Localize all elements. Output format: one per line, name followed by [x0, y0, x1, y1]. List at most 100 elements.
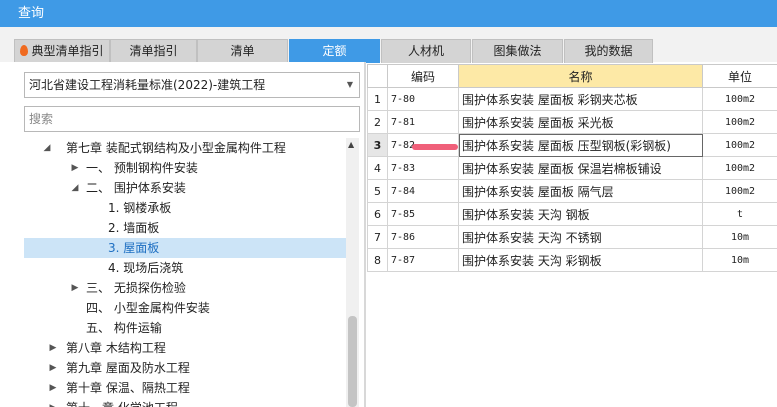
collapse-arrow-icon[interactable]: ▶ [48, 338, 58, 358]
name-cell[interactable]: 围护体系安装 天沟 不锈钢 [458, 225, 703, 249]
tree-node-label: 四、 小型金属构件安装 [86, 301, 210, 315]
unit-cell[interactable]: t [702, 202, 777, 226]
unit-cell[interactable]: 10m [702, 248, 777, 272]
collapse-arrow-icon[interactable]: ▶ [48, 378, 58, 398]
row-number: 1 [367, 87, 388, 111]
expand-arrow-icon[interactable]: ◢ [70, 178, 80, 198]
tree-node-label: 1. 钢楼承板 [108, 201, 172, 215]
chevron-down-icon[interactable]: ▼ [347, 73, 353, 97]
window-title: 查询 [0, 0, 777, 27]
table-row[interactable]: 7 7-86 围护体系安装 天沟 不锈钢 10m [367, 225, 777, 249]
name-cell[interactable]: 围护体系安装 天沟 彩钢板 [458, 248, 703, 272]
tree-node-label: 一、 预制钢构件安装 [86, 161, 198, 175]
code-cell[interactable]: 7-81 [387, 110, 459, 134]
tab-list[interactable]: 清单 [197, 39, 288, 63]
table-row[interactable]: 5 7-84 围护体系安装 屋面板 隔气层 100m2 [367, 179, 777, 203]
table-row[interactable]: 1 7-80 围护体系安装 屋面板 彩钢夹芯板 100m2 [367, 87, 777, 111]
unit-cell[interactable]: 100m2 [702, 179, 777, 203]
tab-label: 清单指引 [129, 44, 178, 58]
code-cell[interactable]: 7-84 [387, 179, 459, 203]
tab-my-data[interactable]: 我的数据 [564, 39, 653, 63]
tab-label: 清单 [230, 44, 255, 58]
search-input[interactable] [24, 106, 360, 132]
code-cell[interactable]: 7-85 [387, 202, 459, 226]
tab-label: 图集做法 [493, 44, 542, 58]
red-annotation-mark [412, 144, 458, 150]
tree-node-chapter-10[interactable]: ▶ 第十章 保温、隔热工程 [24, 378, 346, 398]
tree-node-chapter-7[interactable]: ◢ 第七章 装配式钢结构及小型金属构件工程 [24, 138, 346, 158]
name-cell[interactable]: 围护体系安装 屋面板 采光板 [458, 110, 703, 134]
tree-node-item[interactable]: 4. 现场后浇筑 [24, 258, 346, 278]
standard-select-value: 河北省建设工程消耗量标准(2022)-建筑工程 [29, 78, 266, 92]
row-number: 7 [367, 225, 388, 249]
tree-node-label: 三、 无损探伤检验 [86, 281, 186, 295]
tab-atlas[interactable]: 图集做法 [472, 39, 563, 63]
tree-node-section-1[interactable]: ▶ 一、 预制钢构件安装 [24, 158, 346, 178]
table-row[interactable]: 8 7-87 围护体系安装 天沟 彩钢板 10m [367, 248, 777, 272]
row-number: 3 [367, 133, 388, 157]
tree-node-label: 4. 现场后浇筑 [108, 261, 184, 275]
unit-column-header[interactable]: 单位 [702, 64, 777, 88]
tree-node-label: 第九章 屋面及防水工程 [66, 361, 190, 375]
name-cell[interactable]: 围护体系安装 屋面板 隔气层 [458, 179, 703, 203]
collapse-arrow-icon[interactable]: ▶ [48, 398, 58, 407]
panel-divider[interactable] [364, 62, 366, 407]
unit-cell[interactable]: 10m [702, 225, 777, 249]
table-row[interactable]: 2 7-81 围护体系安装 屋面板 采光板 100m2 [367, 110, 777, 134]
code-cell[interactable]: 7-87 [387, 248, 459, 272]
collapse-arrow-icon[interactable]: ▶ [70, 158, 80, 178]
name-cell[interactable]: 围护体系安装 屋面板 保温岩棉板铺设 [458, 156, 703, 180]
tree-node-item-selected[interactable]: 3. 屋面板 [24, 238, 346, 258]
tab-label: 人材机 [407, 44, 444, 58]
tab-typical-list-guide[interactable]: 典型清单指引 [14, 39, 110, 63]
unit-cell[interactable]: 100m2 [702, 110, 777, 134]
row-number: 8 [367, 248, 388, 272]
tree-node-section-5[interactable]: 五、 构件运输 [24, 318, 346, 338]
expand-arrow-icon[interactable]: ◢ [42, 138, 52, 158]
tree-node-item[interactable]: 1. 钢楼承板 [24, 198, 346, 218]
unit-cell[interactable]: 100m2 [702, 133, 777, 157]
tab-list-guide[interactable]: 清单指引 [110, 39, 197, 63]
tree-node-item[interactable]: 2. 墙面板 [24, 218, 346, 238]
unit-cell[interactable]: 100m2 [702, 87, 777, 111]
name-cell[interactable]: 围护体系安装 天沟 钢板 [458, 202, 703, 226]
name-cell[interactable]: 围护体系安装 屋面板 压型钢板(彩钢板) [458, 133, 703, 157]
tree-node-label: 五、 构件运输 [86, 321, 162, 335]
tab-materials[interactable]: 人材机 [381, 39, 471, 63]
tab-quota[interactable]: 定额 [289, 39, 380, 63]
code-column-header[interactable]: 编码 [387, 64, 459, 88]
row-number: 6 [367, 202, 388, 226]
collapse-arrow-icon[interactable]: ▶ [70, 278, 80, 298]
standard-select[interactable]: 河北省建设工程消耗量标准(2022)-建筑工程 ▼ [24, 72, 360, 98]
tree-node-section-2[interactable]: ◢ 二、 围护体系安装 [24, 178, 346, 198]
code-cell[interactable]: 7-80 [387, 87, 459, 111]
tree-node-label: 第十章 保温、隔热工程 [66, 381, 190, 395]
tree-node-label: 第七章 装配式钢结构及小型金属构件工程 [66, 141, 286, 155]
table-row[interactable]: 4 7-83 围护体系安装 屋面板 保温岩棉板铺设 100m2 [367, 156, 777, 180]
tree-node-label: 第十一章 化学池工程 [66, 398, 178, 407]
tree-scrollbar[interactable]: ▲ [346, 138, 359, 407]
quota-table: 编码 名称 单位 1 7-80 围护体系安装 屋面板 彩钢夹芯板 100m2 2… [367, 64, 777, 272]
tab-bar: 典型清单指引 清单指引 清单 定额 人材机 图集做法 我的数据 [0, 27, 777, 63]
row-number: 2 [367, 110, 388, 134]
code-cell[interactable]: 7-83 [387, 156, 459, 180]
unit-cell[interactable]: 100m2 [702, 156, 777, 180]
tree-node-label: 二、 围护体系安装 [86, 181, 186, 195]
name-cell[interactable]: 围护体系安装 屋面板 彩钢夹芯板 [458, 87, 703, 111]
tree-node-chapter-11[interactable]: ▶ 第十一章 化学池工程 [24, 398, 346, 407]
left-panel: 河北省建设工程消耗量标准(2022)-建筑工程 ▼ ◢ 第七章 装配式钢结构及小… [0, 62, 364, 407]
name-column-header[interactable]: 名称 [458, 64, 703, 88]
collapse-arrow-icon[interactable]: ▶ [48, 358, 58, 378]
tree-node-section-4[interactable]: 四、 小型金属构件安装 [24, 298, 346, 318]
table-row[interactable]: 6 7-85 围护体系安装 天沟 钢板 t [367, 202, 777, 226]
flame-icon [20, 45, 29, 56]
tree-node-section-3[interactable]: ▶ 三、 无损探伤检验 [24, 278, 346, 298]
tab-label: 定额 [322, 44, 347, 58]
scroll-up-arrow-icon[interactable]: ▲ [348, 140, 354, 149]
chapter-tree: ◢ 第七章 装配式钢结构及小型金属构件工程 ▶ 一、 预制钢构件安装 ◢ 二、 … [24, 138, 346, 407]
tree-node-chapter-8[interactable]: ▶ 第八章 木结构工程 [24, 338, 346, 358]
tab-label: 典型清单指引 [31, 44, 104, 58]
tree-node-chapter-9[interactable]: ▶ 第九章 屋面及防水工程 [24, 358, 346, 378]
code-cell[interactable]: 7-86 [387, 225, 459, 249]
scrollbar-thumb[interactable] [348, 316, 357, 407]
